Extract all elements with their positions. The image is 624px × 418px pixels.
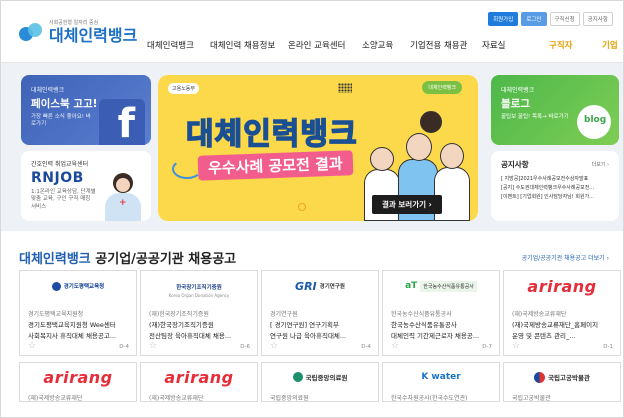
page: 사회공헌형 일자리 중심 대체인력뱅크 회원가입 로그인 구직신청 공지사항 대… xyxy=(0,0,624,418)
notice-list: [ 지방공]2021우수사례공모전수상자발표 [공지] 수도권대체인력뱅크우수사… xyxy=(501,175,609,202)
job-dday: D-6 xyxy=(240,344,250,350)
job-title: 한국농수산식품유통공사 대체인력 기간제근로자 채용공... xyxy=(391,321,480,340)
job-org: (재)국제방송교류재단 xyxy=(28,395,83,402)
job-org: 한국수자원공사(한국수도연관) xyxy=(391,395,468,402)
job-dday: D-4 xyxy=(361,344,371,350)
org-logo: 경기도평택교육청 xyxy=(20,271,136,301)
header: 사회공헌형 일자리 중심 대체인력뱅크 회원가입 로그인 구직신청 공지사항 대… xyxy=(1,1,623,63)
main-banner-title: 대체인력뱅크 xyxy=(185,116,358,153)
job-org: 국립중앙의료원 xyxy=(270,395,309,402)
job-card[interactable]: arirang (재)국제방송교류재단 xyxy=(140,362,258,402)
main-banner-subtitle: 우수사례 공모전 결과 xyxy=(197,150,354,181)
job-card[interactable]: 한국장기조직기증원 Korea Organ Donation Agency (재)… xyxy=(140,270,258,356)
job-org: 경기연구원 xyxy=(270,311,298,318)
circle-decoration xyxy=(298,203,306,211)
job-card[interactable]: 경기도평택교육청 경기도평택교육지원청 경기도평택교육지원청 Wee센터 사회복지… xyxy=(19,270,137,356)
job-card[interactable]: GRI 경기연구원 경기연구원 [ 경기연구원] 연구기획부 연구원 나급 육아휴직… xyxy=(261,270,379,356)
banner-badge: 대체인력뱅크 xyxy=(422,81,462,94)
org-logo: aT 한국농수산식품유통공사 xyxy=(383,271,499,301)
blog-banner[interactable]: 대체인력뱅크 블로그 꿀팁보 꿀팁! 목록→ 바로가기 blog xyxy=(491,75,619,145)
notice-panel: 공지사항 더보기 › [ 지방공]2021우수사례공모전수상자발표 [공지] 수… xyxy=(491,151,619,221)
nav-item-job-seeker[interactable]: 구직자 xyxy=(549,39,572,51)
notice-link[interactable]: 공지사항 xyxy=(582,12,613,26)
nurse-illustration: + xyxy=(103,169,143,221)
job-org: (재)한국장기조직기증원 xyxy=(149,311,209,318)
job-dday: D-4 xyxy=(119,344,129,350)
job-title: (재)국제방송교류재단_홈페이지 운영 및 콘텐츠 관리_... xyxy=(512,321,599,340)
rnjob-banner-desc: 1:1온라인 교육상담, 단계별 맞춤 교육, 구인 구직 매칭 서비스 xyxy=(31,189,96,210)
job-org: (재)국제방송교류재단 xyxy=(512,311,567,318)
org-logo: 한국장기조직기증원 Korea Organ Donation Agency xyxy=(168,285,230,298)
banner-area: 대체인력뱅크 페이스북 고고! 가장 빠른 소식 좋아요! 바로가기 f 간호인… xyxy=(1,63,623,231)
signup-button[interactable]: 회원가입 xyxy=(488,12,519,26)
notice-more-link[interactable]: 더보기 › xyxy=(592,161,609,168)
star-icon[interactable]: ☆ xyxy=(270,341,278,351)
utility-links: 회원가입 로그인 구직신청 공지사항 xyxy=(488,12,613,26)
notice-item[interactable]: [공지] 수도권대체인력뱅크우수사례공모전... xyxy=(501,184,609,193)
star-icon[interactable]: ☆ xyxy=(512,341,520,351)
job-org: 한국농수산식품유통공사 xyxy=(391,311,452,318)
notice-title: 공지사항 xyxy=(501,160,529,169)
job-dday: D-1 xyxy=(603,344,613,350)
facebook-icon: f xyxy=(99,99,145,145)
nav-item-company[interactable]: 기업 xyxy=(602,39,618,51)
section-more-link[interactable]: 공기업/공공기관 채용공고 더보기 › xyxy=(522,253,609,262)
facebook-banner-small: 대체인력뱅크 xyxy=(31,87,65,94)
job-apply-link[interactable]: 구직신청 xyxy=(549,12,580,26)
star-icon[interactable]: ☆ xyxy=(391,341,399,351)
nav-item-archive[interactable]: 자료실 xyxy=(482,39,505,51)
org-logo: 국립중앙의료원 xyxy=(262,363,378,391)
job-title: (재)한국장기조직기증원 전산팀장 육아휴직대체 채용... xyxy=(149,321,232,340)
ministry-logo: 고용노동부 xyxy=(168,83,200,94)
notice-item[interactable]: [이벤트] [기업회원] 인사담당자님! 회원가... xyxy=(501,193,609,202)
job-org: 경기도평택교육지원청 xyxy=(28,311,84,318)
job-card[interactable]: arirang (재)국제방송교류재단 (재)국제방송교류재단_홈페이지 운영 및… xyxy=(503,270,621,356)
job-title: [ 경기연구원] 연구기획부 연구원 나급 육아휴직대체... xyxy=(270,321,347,340)
main-nav: 대체인력뱅크 대체인력 채용정보 온라인 교육센터 소양교육 기업전용 채용관 … xyxy=(1,39,623,53)
nav-item-basic-edu[interactable]: 소양교육 xyxy=(362,39,393,51)
org-logo: arirang xyxy=(527,276,597,296)
job-org: (재)국제방송교류재단 xyxy=(149,395,204,402)
rnjob-banner-small: 간호인력 취업교육센터 xyxy=(31,161,89,168)
nav-item-recruit-info[interactable]: 대체인력 채용정보 xyxy=(210,39,275,51)
job-card[interactable]: K water 한국수자원공사(한국수도연관) xyxy=(382,362,500,402)
nav-item-bank[interactable]: 대체인력뱅크 xyxy=(147,39,194,51)
job-dday: D-7 xyxy=(482,344,492,350)
job-card[interactable]: 국립중앙의료원 국립중앙의료원 xyxy=(261,362,379,402)
view-results-button[interactable]: 결과 보러가기 › xyxy=(372,195,442,214)
org-logo: K water xyxy=(421,372,461,382)
job-card[interactable]: arirang (재)국제방송교류재단 xyxy=(19,362,137,402)
rnjob-banner[interactable]: 간호인력 취업교육센터 RNJOB 1:1온라인 교육상담, 단계별 맞춤 교육… xyxy=(21,151,151,221)
job-card[interactable]: aT 한국농수산식품유통공사 한국농수산식품유통공사 한국농수산식품유통공사 대체인… xyxy=(382,270,500,356)
nav-item-company-hall[interactable]: 기업전용 채용관 xyxy=(410,39,467,51)
nav-item-online-edu[interactable]: 온라인 교육센터 xyxy=(288,39,345,51)
facebook-banner-desc: 가장 빠른 소식 좋아요! 바로가기 xyxy=(31,114,91,128)
main-banner[interactable]: 고용노동부 대체인력뱅크 대체인력뱅크 우수사례 공모전 결과 결과 보러가기 … xyxy=(158,75,478,221)
org-logo: 국립고궁박물관 xyxy=(504,363,620,391)
job-org: 국립고궁박물관 xyxy=(512,395,551,402)
blog-banner-small: 대체인력뱅크 xyxy=(501,87,535,94)
star-icon[interactable]: ☆ xyxy=(28,341,36,351)
facebook-banner[interactable]: 대체인력뱅크 페이스북 고고! 가장 빠른 소식 좋아요! 바로가기 f xyxy=(21,75,151,145)
section-title: 대체인력뱅크 공기업/공공기관 채용공고 xyxy=(19,252,237,267)
job-card[interactable]: 국립고궁박물관 국립고궁박물관 xyxy=(503,362,621,402)
job-title: 경기도평택교육지원청 Wee센터 사회복지사 휴직대체 채용공고... xyxy=(28,321,117,340)
dots-decoration xyxy=(338,83,352,93)
org-logo: arirang xyxy=(43,367,113,387)
org-logo: arirang xyxy=(164,367,234,387)
notice-item[interactable]: [ 지방공]2021우수사례공모전수상자발표 xyxy=(501,175,609,184)
blog-icon: blog xyxy=(577,105,611,139)
org-logo: GRI 경기연구원 xyxy=(295,279,345,293)
login-button[interactable]: 로그인 xyxy=(521,12,547,26)
star-icon[interactable]: ☆ xyxy=(149,341,157,351)
